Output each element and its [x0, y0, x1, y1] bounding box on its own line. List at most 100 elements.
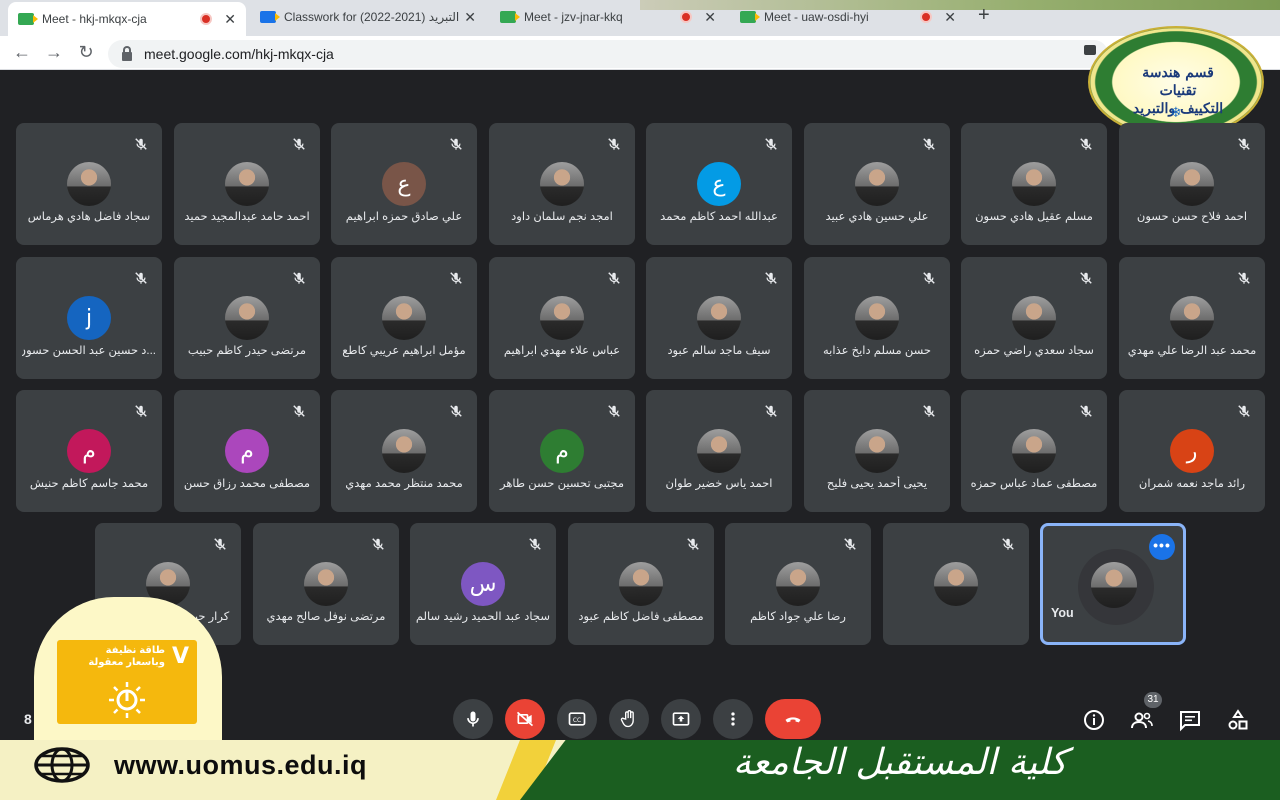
tab-meet-jzv[interactable]: Meet - jzv-jnar-kkq ✕ — [490, 0, 726, 34]
mic-off-icon — [371, 537, 385, 551]
back-arrow-icon[interactable]: ← — [10, 42, 34, 63]
participant-tile[interactable]: محمد منتظر محمد مهدي — [331, 390, 477, 512]
participant-tile[interactable]: سيف ماجد سالم عبود — [646, 257, 792, 379]
participant-tile[interactable]: حسن مسلم دايخ عذابه — [804, 257, 950, 379]
participant-tile[interactable]: عباس علاء مهدي ابراهيم — [489, 257, 635, 379]
participant-tile[interactable]: سجاد سعدي راضي حمزه — [961, 257, 1107, 379]
participant-tile[interactable]: j ...د حسين عبد الحسن حسون — [16, 257, 162, 379]
reload-icon[interactable]: ↻ — [74, 42, 98, 63]
participant-name: مصطفى محمد رزاق حسن — [183, 478, 311, 490]
participant-name: مصطفى فاضل كاظم عبود — [578, 611, 704, 623]
activities-icon[interactable] — [1226, 708, 1250, 732]
participant-tile[interactable]: علي حسين هادي عبيد — [804, 123, 950, 245]
participant-tile[interactable]: م محمد جاسم كاظم حنيش — [16, 390, 162, 512]
close-tab-icon[interactable]: ✕ — [224, 11, 236, 28]
participant-tile[interactable]: مصطفى عماد عباس حمزه — [961, 390, 1107, 512]
participant-name: مسلم عقيل هادي حسون — [975, 211, 1093, 223]
mic-off-icon — [292, 137, 306, 151]
mic-off-icon — [292, 404, 306, 418]
participant-name: سيف ماجد سالم عبود — [667, 345, 771, 357]
participant-tile[interactable]: احمد حامد عبدالمجيد حميد — [174, 123, 320, 245]
participant-tile[interactable]: م مصطفى محمد رزاق حسن — [174, 390, 320, 512]
close-tab-icon[interactable]: ✕ — [464, 9, 476, 26]
participant-name: علي حسين هادي عبيد — [825, 211, 929, 223]
participant-tile[interactable]: يحيى أحمد يحيى فليح — [804, 390, 950, 512]
camera-off-icon — [516, 711, 534, 727]
participant-name: حسن مسلم دايخ عذابه — [823, 345, 931, 357]
participant-name: علي صادق حمزه ابراهيم — [345, 211, 463, 223]
present-button[interactable] — [661, 699, 701, 739]
participant-name: مرتضى حيدر كاظم حبيب — [187, 345, 307, 357]
classroom-favicon-icon — [260, 11, 280, 23]
avatar — [67, 162, 111, 206]
people-icon[interactable] — [1130, 708, 1154, 732]
tab-meet-uaw[interactable]: Meet - uaw-osdi-hyi ✕ — [730, 0, 966, 34]
camera-off-button[interactable] — [505, 699, 545, 739]
participant-tile[interactable]: س سجاد عبد الحميد رشيد سالم — [410, 523, 556, 645]
more-options-button[interactable] — [713, 699, 753, 739]
participant-tile[interactable]: احمد فلاح حسن حسون — [1119, 123, 1265, 245]
participant-tile[interactable]: احمد ياس خضير طوان — [646, 390, 792, 512]
captions-button[interactable]: CC — [557, 699, 597, 739]
website-url: www.uomus.edu.iq — [114, 750, 368, 780]
mic-off-icon — [922, 404, 936, 418]
participant-name: محمد منتظر محمد مهدي — [345, 478, 463, 490]
raise-hand-button[interactable] — [609, 699, 649, 739]
avatar: م — [67, 429, 111, 473]
participant-tile[interactable]: ع عبدالله احمد كاظم محمد — [646, 123, 792, 245]
avatar — [540, 162, 584, 206]
present-screen-icon — [672, 712, 690, 726]
avatar — [697, 296, 741, 340]
avatar: ع — [697, 162, 741, 206]
logo-line-1: قسم هندسة تقنيات — [1142, 65, 1214, 99]
more-options-button[interactable]: ••• — [1149, 534, 1175, 560]
participant-tile[interactable]: مصطفى فاضل كاظم عبود — [568, 523, 714, 645]
participant-tile[interactable]: ر رائد ماجد نعمه شمران — [1119, 390, 1265, 512]
avatar — [855, 296, 899, 340]
close-tab-icon[interactable]: ✕ — [944, 9, 956, 26]
self-tile[interactable]: ••• You — [1040, 523, 1186, 645]
close-tab-icon[interactable]: ✕ — [704, 9, 716, 26]
microphone-button[interactable] — [453, 699, 493, 739]
mic-off-icon — [1001, 537, 1015, 551]
mic-off-icon — [449, 137, 463, 151]
mic-off-icon — [607, 271, 621, 285]
new-tab-button[interactable]: + — [978, 4, 990, 27]
participant-tile[interactable]: امجد نجم سلمان داود — [489, 123, 635, 245]
participant-name: مؤمل ابراهيم عريبي كاطع — [342, 345, 466, 357]
avatar — [697, 429, 741, 473]
meeting-info-icon[interactable] — [1082, 708, 1106, 732]
avatar — [225, 296, 269, 340]
url-text: meet.google.com/hkj-mkqx-cja — [144, 46, 334, 62]
participant-tile[interactable]: سجاد فاضل هادي هرماس — [16, 123, 162, 245]
globe-icon — [34, 747, 90, 783]
participant-name: مصطفى عماد عباس حمزه — [970, 478, 1098, 490]
address-bar[interactable]: meet.google.com/hkj-mkqx-cja — [108, 40, 1108, 68]
participant-tile[interactable]: مرتضى حيدر كاظم حبيب — [174, 257, 320, 379]
participant-tile[interactable]: م مجتبى تحسين حسن طاهر — [489, 390, 635, 512]
tab-classwork[interactable]: Classwork for (2022-2021) التبريد ✕ — [250, 0, 486, 34]
self-label: You — [1051, 606, 1074, 620]
mic-off-icon — [134, 404, 148, 418]
participant-tile[interactable]: مرتضى نوفل صالح مهدي — [253, 523, 399, 645]
participant-tile[interactable]: مؤمل ابراهيم عريبي كاطع — [331, 257, 477, 379]
participant-tile[interactable]: محمد عبد الرضا علي مهدي — [1119, 257, 1265, 379]
recording-icon — [920, 11, 933, 23]
avatar — [540, 296, 584, 340]
participant-tile[interactable]: ع علي صادق حمزه ابراهيم — [331, 123, 477, 245]
chat-icon[interactable] — [1178, 708, 1202, 732]
participant-tile[interactable]: رضا علي جواد كاظم — [725, 523, 871, 645]
hand-icon — [620, 710, 634, 728]
mic-off-icon — [134, 137, 148, 151]
mic-off-icon — [922, 271, 936, 285]
camera-in-use-icon[interactable] — [1084, 45, 1096, 55]
forward-arrow-icon[interactable]: → — [42, 42, 66, 63]
participant-tile[interactable] — [883, 523, 1029, 645]
promo-badge-letter: V — [171, 644, 189, 669]
mic-off-icon — [764, 271, 778, 285]
tab-meet-hkj[interactable]: Meet - hkj-mkqx-cja ✕ — [8, 2, 246, 36]
participant-name: رضا علي جواد كاظم — [750, 611, 846, 623]
participant-tile[interactable]: مسلم عقيل هادي حسون — [961, 123, 1107, 245]
leave-call-button[interactable] — [765, 699, 821, 739]
mic-off-icon — [607, 137, 621, 151]
